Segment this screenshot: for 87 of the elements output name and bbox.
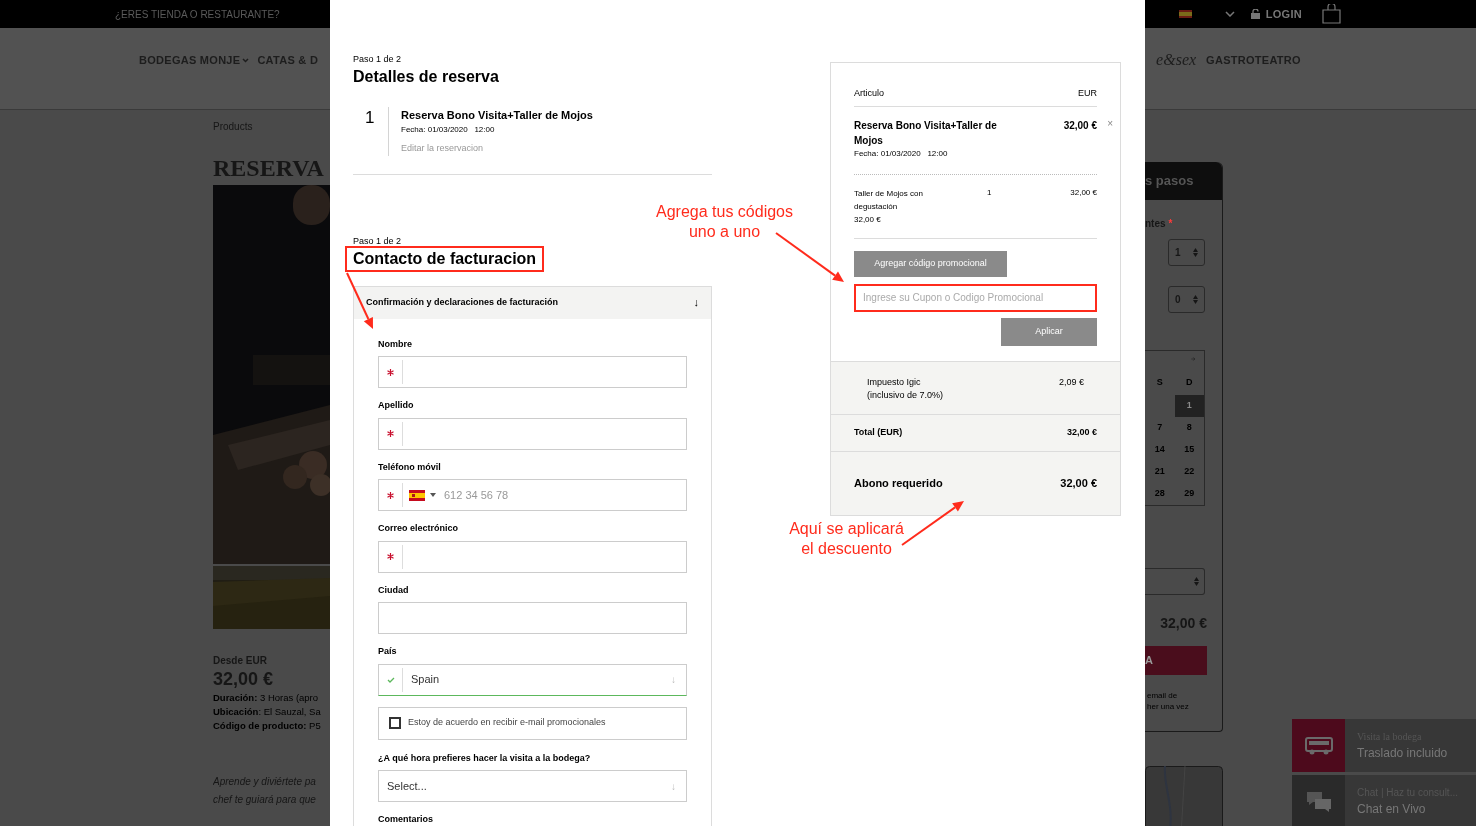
checkbox[interactable]	[389, 717, 401, 729]
text-field[interactable]	[378, 540, 687, 573]
weekday-label: D	[1185, 376, 1194, 390]
login-link[interactable]: LOGIN	[1265, 5, 1302, 23]
total-label: Total (EUR)	[854, 425, 903, 439]
calendar-day[interactable]: 8	[1174, 417, 1204, 439]
detail-text: Duración: 3 Horas (apro	[213, 690, 320, 705]
book-button[interactable]: A	[1145, 646, 1207, 675]
field-label: ¿A qué hora prefieres hacer la visita a la bodega?	[378, 751, 592, 765]
check-icon	[386, 676, 395, 683]
item-title: Reserva Bono Visita+Taller de Mojos	[401, 107, 593, 123]
shopping-bag-icon[interactable]	[1322, 4, 1341, 24]
floating-subtitle: Traslado incluido	[1357, 745, 1448, 762]
arrow-text: ↓	[671, 673, 676, 687]
tax-note: (inclusivo de 7.0%)	[867, 388, 944, 402]
tax-label: Impuesto Igic	[867, 375, 922, 389]
detail-text: Ubicación: El Sauzal, Sa	[213, 704, 322, 719]
line-item-name: Taller de Mojos con degustación	[854, 187, 924, 213]
annotation-text: Aquí se aplicará el descuento	[788, 519, 905, 559]
coupon-field[interactable]: Ingrese su Cupon o Codigo Promocional	[854, 283, 1097, 312]
quantity: 1	[987, 186, 992, 199]
floating-subtitle: Chat en Vivo	[1357, 801, 1427, 818]
arrow-text: ↓	[693, 295, 699, 311]
flag-icon[interactable]	[409, 489, 425, 501]
lock-icon	[1250, 9, 1260, 19]
line-amount: 32,00 €	[1070, 186, 1097, 199]
calendar-day[interactable]: 15	[1174, 439, 1204, 461]
phone-field[interactable]: 612 34 56 78	[378, 479, 687, 511]
item-number: 1	[365, 106, 376, 129]
item-date: Fecha: 01/03/2020 12:00	[854, 147, 949, 160]
item-price: 32,00 €	[1063, 118, 1097, 133]
select-field[interactable]: Select... ↓	[378, 770, 687, 802]
calendar-day[interactable]: 22	[1174, 461, 1204, 483]
calendar-day[interactable]: 21	[1145, 461, 1175, 483]
accordion-title: Confirmación y declaraciones de facturación	[366, 295, 559, 309]
deposit-amount: 32,00 €	[1060, 475, 1097, 491]
annotation-text: Agrega tus códigos uno a uno	[655, 202, 794, 242]
field-label: País	[378, 645, 398, 658]
field-label: Teléfono móvil	[378, 460, 442, 474]
store-link[interactable]: ¿ERES TIENDA O RESTAURANTE?	[115, 6, 280, 22]
field-label: Nombre	[378, 337, 413, 351]
field-label: Ciudad	[378, 583, 410, 597]
text-field[interactable]	[378, 602, 687, 634]
checkbox-label: Estoy de acuerdo en recibir e-mail promocionales	[408, 716, 606, 730]
calendar-day[interactable]: 14	[1145, 439, 1175, 461]
item-date: Fecha: 01/03/2020 12:00	[401, 124, 496, 136]
edit-link[interactable]: Editar la reservacion	[401, 142, 593, 156]
remove-button[interactable]: ×	[1107, 118, 1113, 129]
section-heading: Detalles de reserva	[353, 66, 500, 87]
chevron-down-icon	[242, 57, 250, 63]
deposit-label: Abono requerido	[854, 475, 943, 491]
column-header: EUR	[1078, 87, 1097, 100]
sort-arrows-icon	[1193, 248, 1198, 257]
unit-price: 32,00 €	[854, 213, 882, 226]
item-title: Reserva Bono Visita+Taller de Mojos	[854, 118, 998, 148]
apply-button[interactable]: Aplicar	[1001, 317, 1097, 346]
field-label: Comentarios	[378, 813, 434, 826]
bus-icon	[1304, 736, 1333, 755]
step-label: Paso 1 de 2	[353, 53, 403, 66]
text-field[interactable]	[378, 417, 687, 450]
chevron-down-icon[interactable]	[1224, 11, 1235, 17]
accordion-header[interactable]: Confirmación y declaraciones de facturación ↓	[354, 286, 711, 319]
calendar-day[interactable]: 28	[1145, 483, 1175, 505]
flag-icon[interactable]	[1178, 10, 1192, 18]
arrow-text: ↓	[671, 779, 676, 794]
field-label: Apellido	[378, 399, 415, 412]
weekday-label: S	[1155, 376, 1164, 390]
calendar-day[interactable]: 7	[1145, 417, 1175, 439]
panel-title: s pasos	[1145, 162, 1222, 200]
tax-amount: 2,09 €	[1058, 375, 1084, 389]
column-header: Articulo	[854, 87, 884, 100]
phone-number-field[interactable]: 612 34 56 78	[436, 480, 686, 510]
chat-bubbles-icon	[1305, 790, 1332, 813]
sort-arrows-icon	[1193, 295, 1198, 304]
field-label: Correo electrónico	[378, 522, 460, 535]
caret-icon[interactable]	[430, 493, 436, 497]
section-heading: Contacto de facturacion	[345, 245, 545, 272]
calendar-day[interactable]: 29	[1174, 483, 1204, 505]
step-label: Paso 1 de 2	[353, 236, 403, 246]
calendar-day[interactable]: 1	[1174, 395, 1204, 417]
sort-arrows-icon	[1194, 577, 1199, 586]
detail-text: Código de producto: P5	[213, 718, 322, 733]
select-field[interactable]: Spain ↓	[378, 663, 687, 696]
annotation-arrow	[775, 232, 844, 282]
total-amount: 32,00 €	[1066, 425, 1097, 439]
promo-code-button[interactable]: Agregar código promocional	[854, 250, 1007, 277]
text-field[interactable]	[378, 356, 687, 388]
